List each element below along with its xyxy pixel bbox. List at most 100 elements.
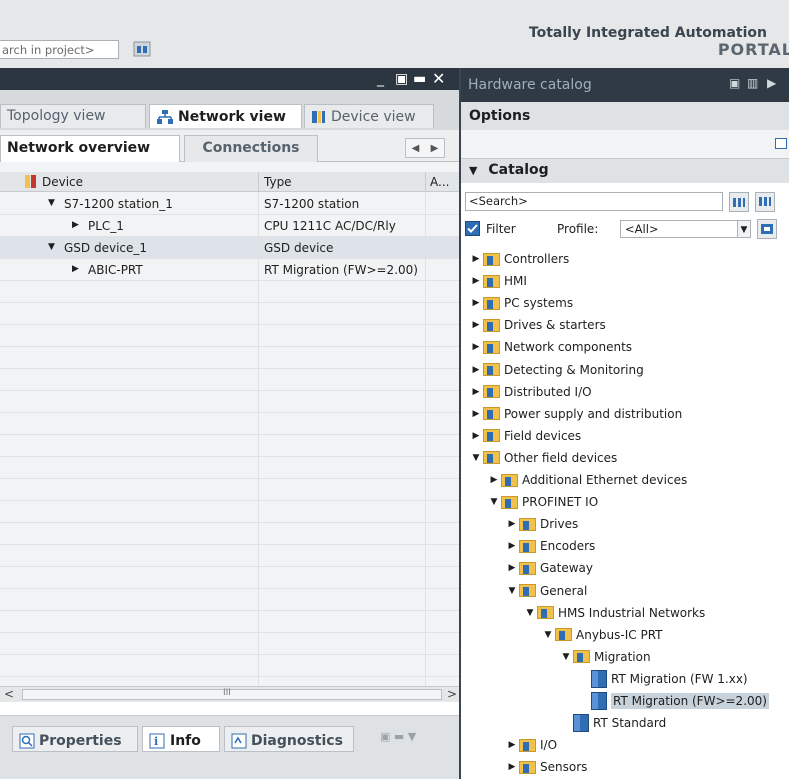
catalog-search-input[interactable]: <Search>	[465, 192, 723, 211]
collapse-arrow-icon[interactable]: ▶	[72, 220, 79, 230]
table-row[interactable]	[0, 347, 459, 369]
collapse-arrow-icon[interactable]: ▶	[471, 320, 481, 330]
expand-arrow-icon[interactable]: ▼	[489, 497, 499, 507]
expand-arrow-icon[interactable]: ▼	[525, 608, 535, 618]
device-type-cell[interactable]: CPU 1211C AC/DC/Rly	[264, 219, 396, 233]
scroll-left-icon[interactable]: ◀	[412, 143, 420, 154]
split-view-icon[interactable]: ▥	[747, 76, 758, 90]
horizontal-scrollbar[interactable]: < III >	[0, 686, 459, 702]
table-row[interactable]	[0, 369, 459, 391]
filter-checkbox[interactable]	[465, 221, 480, 236]
table-row[interactable]	[0, 435, 459, 457]
tab-connections[interactable]: Connections	[184, 135, 318, 162]
collapse-arrow-icon[interactable]: ▶	[507, 740, 517, 750]
profile-dropdown-arrow-icon[interactable]: ▼	[737, 220, 751, 238]
catalog-tree-item[interactable]: ▼ Migration	[561, 646, 651, 668]
table-row[interactable]	[0, 325, 459, 347]
table-row[interactable]	[0, 413, 459, 435]
collapse-arrow-icon[interactable]: ▶	[471, 409, 481, 419]
table-row[interactable]: ▼ S7-1200 station_1 S7-1200 station	[0, 193, 459, 215]
collapse-arrow-icon[interactable]: ▶	[471, 431, 481, 441]
table-row[interactable]	[0, 611, 459, 633]
header-device[interactable]: Device	[42, 175, 83, 189]
expand-arrow-icon[interactable]: ▼	[507, 586, 517, 596]
catalog-tree-item[interactable]: ▶ Distributed I/O	[471, 381, 592, 403]
catalog-tree-item[interactable]: ▶ Drives & starters	[471, 314, 606, 336]
catalog-tree-item[interactable]: ▶ I/O	[507, 734, 558, 756]
tab-device-view[interactable]: Device view	[304, 104, 434, 128]
header-address[interactable]: A...	[430, 175, 449, 189]
table-row[interactable]: ▼ GSD device_1 GSD device	[0, 237, 459, 259]
tab-properties[interactable]: Properties	[12, 726, 138, 752]
expand-arrow-icon[interactable]: ▼	[543, 630, 553, 640]
table-row[interactable]	[0, 457, 459, 479]
catalog-tree-item[interactable]: ▶ Field devices	[471, 425, 582, 447]
catalog-tree-item[interactable]: ▶ Controllers	[471, 248, 570, 270]
collapse-arrow-icon[interactable]: ▶	[507, 541, 517, 551]
profile-select[interactable]: <All>	[620, 220, 747, 238]
close-icon[interactable]: ✕	[432, 71, 445, 87]
table-row[interactable]	[0, 523, 459, 545]
expand-arrow-icon[interactable]: ▼	[561, 652, 571, 662]
collapse-right-icon[interactable]: ▶	[767, 76, 776, 90]
search-project-icon[interactable]	[132, 39, 152, 59]
catalog-tree-item[interactable]: ▶ Drives	[507, 513, 579, 535]
collapse-arrow-icon[interactable]: ▶	[471, 298, 481, 308]
table-row[interactable]	[0, 567, 459, 589]
catalog-tree-item[interactable]: ▶ Encoders	[507, 535, 596, 557]
table-row[interactable]	[0, 281, 459, 303]
catalog-tree-item[interactable]: RT Migration (FW>=2.00)	[591, 690, 769, 712]
tab-scroll-buttons[interactable]: ◀ ▶	[405, 138, 445, 158]
catalog-tree-item[interactable]: ▼ PROFINET IO	[489, 491, 599, 513]
scrollbar-thumb[interactable]: III	[223, 688, 231, 698]
collapse-arrow-icon[interactable]: ▶	[471, 342, 481, 352]
tab-diagnostics[interactable]: Diagnostics	[224, 726, 354, 752]
search-up-button[interactable]	[755, 192, 775, 212]
device-name-cell[interactable]: GSD device_1	[64, 241, 147, 255]
panel-controls-icon[interactable]: ▣ ▬ ▼	[380, 730, 416, 743]
collapse-arrow-icon[interactable]: ▶	[507, 762, 517, 772]
catalog-tree-item[interactable]: ▼ Other field devices	[471, 447, 618, 469]
float-window-icon[interactable]: ▣	[395, 71, 408, 87]
catalog-tree-item[interactable]: ▼ General	[507, 580, 588, 602]
header-type[interactable]: Type	[264, 175, 292, 189]
table-row[interactable]	[0, 545, 459, 567]
expand-arrow-icon[interactable]: ▼	[48, 242, 55, 252]
tab-network-overview[interactable]: Network overview	[0, 135, 180, 162]
collapse-arrow-icon[interactable]: ▶	[471, 276, 481, 286]
scroll-right-icon[interactable]: ▶	[431, 143, 439, 154]
catalog-tree-item[interactable]: ▶ Network components	[471, 336, 633, 358]
table-row[interactable]	[0, 501, 459, 523]
table-row[interactable]	[0, 589, 459, 611]
collapse-arrow-icon[interactable]: ▶	[489, 475, 499, 485]
table-row[interactable]	[0, 391, 459, 413]
expand-arrow-icon[interactable]: ▼	[471, 453, 481, 463]
collapse-arrow-icon[interactable]: ▶	[507, 563, 517, 573]
device-type-cell[interactable]: S7-1200 station	[264, 197, 359, 211]
collapse-arrow-icon[interactable]: ▶	[471, 365, 481, 375]
table-row[interactable]: ▶ PLC_1 CPU 1211C AC/DC/Rly	[0, 215, 459, 237]
table-row[interactable]	[0, 633, 459, 655]
catalog-tree-item[interactable]: ▶ PC systems	[471, 292, 574, 314]
scroll-left-arrow-icon[interactable]: <	[4, 687, 14, 701]
search-down-button[interactable]	[729, 192, 749, 212]
device-name-cell[interactable]: PLC_1	[88, 219, 124, 233]
table-row[interactable]	[0, 479, 459, 501]
tab-topology-view[interactable]: Topology view	[0, 104, 146, 128]
catalog-tree-item[interactable]: ▶ HMI	[471, 270, 527, 292]
catalog-tree-item[interactable]: RT Standard	[573, 712, 666, 734]
profile-settings-icon[interactable]	[757, 219, 777, 239]
table-row[interactable]	[0, 303, 459, 325]
options-section-header[interactable]: Options	[461, 102, 789, 130]
scroll-right-arrow-icon[interactable]: >	[447, 687, 457, 701]
expand-arrow-icon[interactable]: ▼	[48, 198, 55, 208]
chevron-down-icon[interactable]: ▼	[469, 164, 477, 177]
device-name-cell[interactable]: S7-1200 station_1	[64, 197, 173, 211]
minimize-icon[interactable]: _	[377, 71, 384, 87]
catalog-tree-item[interactable]: ▼ HMS Industrial Networks	[525, 602, 706, 624]
catalog-section-header[interactable]: ▼ Catalog	[461, 159, 789, 183]
collapse-arrow-icon[interactable]: ▶	[507, 519, 517, 529]
device-type-cell[interactable]: GSD device	[264, 241, 333, 255]
catalog-tree-item[interactable]: ▼ Anybus-IC PRT	[543, 624, 663, 646]
device-type-cell[interactable]: RT Migration (FW>=2.00)	[264, 263, 418, 277]
